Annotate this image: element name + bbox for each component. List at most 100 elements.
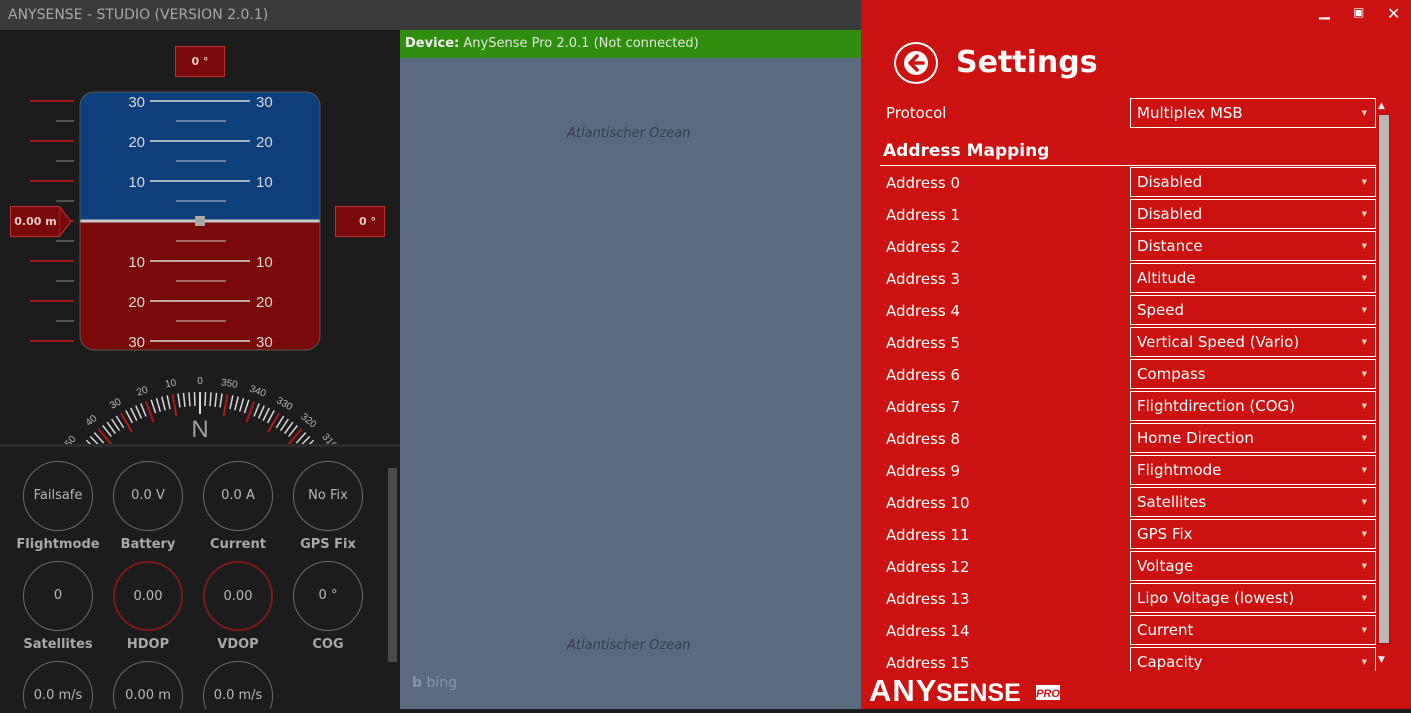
address-row: Address 12Voltage▼ — [861, 551, 1381, 581]
instrument-panel: 303020201010101020203030 504030201003503… — [0, 30, 400, 709]
maximize-icon[interactable]: ▣ — [1353, 5, 1364, 19]
address-select[interactable]: Vertical Speed (Vario)▼ — [1130, 327, 1376, 357]
address-row: Address 7 Flightdirection (COG)▼ — [861, 391, 1381, 421]
address-value: Capacity — [1137, 653, 1203, 671]
device-value: AnySense Pro 2.0.1 (Not connected) — [463, 36, 698, 51]
address-row: Address 1 Disabled▼ — [861, 199, 1381, 229]
address-select[interactable]: Flightdirection (COG)▼ — [1130, 391, 1376, 421]
scroll-up-icon[interactable]: ▲ — [1378, 101, 1385, 111]
compass-tick — [189, 392, 190, 406]
address-row: Address 2Distance▼ — [861, 231, 1381, 261]
ocean-label-bottom: Atlantischer Ozean — [567, 638, 690, 653]
address-label: Address 0 — [886, 174, 960, 192]
compass-tick — [183, 393, 184, 407]
scroll-down-icon[interactable]: ▼ — [1378, 655, 1385, 665]
compass-tick — [156, 398, 160, 411]
chevron-down-icon: ▼ — [1362, 296, 1367, 324]
device-status-bar: Device: AnySense Pro 2.0.1 (Not connecte… — [400, 30, 861, 58]
chevron-down-icon: ▼ — [1362, 488, 1367, 516]
compass-label: 320 — [298, 411, 318, 430]
chevron-down-icon: ▼ — [1362, 520, 1367, 548]
gauge-vdop: 0.00VDOP — [203, 561, 273, 652]
address-label: Address 1 — [886, 206, 960, 224]
address-value: Disabled — [1137, 173, 1202, 191]
settings-scrollbar-thumb[interactable] — [1379, 115, 1389, 643]
close-icon[interactable]: ✕ — [1387, 4, 1400, 23]
gauge-value: 0.0 m/s — [203, 661, 273, 709]
chevron-down-icon: ▼ — [1362, 328, 1367, 356]
sky — [80, 92, 320, 221]
compass-label: 340 — [248, 384, 268, 400]
gauge-item: 0.00 m — [113, 661, 183, 709]
map-view[interactable]: Device: AnySense Pro 2.0.1 (Not connecte… — [400, 30, 861, 709]
svg-text:PRO: PRO — [1036, 688, 1060, 700]
bing-icon: b — [412, 675, 422, 691]
address-row: Address 4Speed▼ — [861, 295, 1381, 325]
address-label: Address 15 — [886, 654, 970, 671]
aircraft-marker — [195, 216, 205, 226]
address-select[interactable]: Home Direction▼ — [1130, 423, 1376, 453]
pitch-label: 20 — [256, 134, 273, 151]
chevron-down-icon: ▼ — [1362, 232, 1367, 260]
minimize-icon[interactable]: ▁ — [1319, 4, 1330, 20]
compass-label: 40 — [84, 413, 100, 429]
address-select[interactable]: Satellites▼ — [1130, 487, 1376, 517]
address-label: Address 11 — [886, 526, 970, 544]
back-button[interactable] — [894, 42, 938, 84]
gauge-satellites: 0Satellites — [23, 561, 93, 652]
address-select[interactable]: Lipo Voltage (lowest)▼ — [1130, 583, 1376, 613]
gauge-label: GPS Fix — [273, 537, 383, 552]
compass-tick — [224, 394, 228, 416]
gauge-value: 0.0 m/s — [23, 661, 93, 709]
compass-tick — [141, 404, 146, 417]
chevron-down-icon: ▼ — [1362, 264, 1367, 292]
compass-tick — [173, 394, 177, 416]
address-value: Lipo Voltage (lowest) — [1137, 589, 1294, 607]
gauge-item: 0.0 m/s — [203, 661, 273, 709]
gauge-label: COG — [273, 637, 383, 652]
chevron-down-icon: ▼ — [1362, 424, 1367, 452]
compass-label: 330 — [274, 395, 294, 413]
pitch-label: 30 — [128, 94, 145, 111]
gauge-value: 0.00 m — [113, 661, 183, 709]
address-label: Address 10 — [886, 494, 970, 512]
compass-label: 0 — [197, 376, 203, 387]
address-value: Flightmode — [1137, 461, 1221, 479]
address-select[interactable]: Capacity▼ — [1130, 647, 1376, 671]
gauge-value: 0 ° — [293, 561, 363, 631]
compass-label: 30 — [108, 396, 124, 411]
chevron-down-icon: ▼ — [1362, 168, 1367, 196]
address-select[interactable]: Current▼ — [1130, 615, 1376, 645]
gauge-flightmode: FailsafeFlightmode — [23, 461, 93, 552]
pitch-label: 30 — [128, 334, 145, 351]
gauge-cog: 0 °COG — [293, 561, 363, 652]
address-select[interactable]: Compass▼ — [1130, 359, 1376, 389]
address-value: Disabled — [1137, 205, 1202, 223]
address-select[interactable]: Voltage▼ — [1130, 551, 1376, 581]
address-label: Address 6 — [886, 366, 960, 384]
address-row: Address 14Current▼ — [861, 615, 1381, 645]
address-select[interactable]: Flightmode▼ — [1130, 455, 1376, 485]
address-label: Address 7 — [886, 398, 960, 416]
logo-graphic: ANY SENSE PRO — [861, 671, 1066, 709]
address-select[interactable]: Speed▼ — [1130, 295, 1376, 325]
window-title: ANYSENSE - STUDIO (VERSION 2.0.1) — [0, 0, 861, 30]
address-value: Distance — [1137, 237, 1203, 255]
panel-scrollbar[interactable] — [388, 468, 397, 662]
address-select[interactable]: Disabled▼ — [1130, 199, 1376, 229]
address-select[interactable]: Altitude▼ — [1130, 263, 1376, 293]
gauge-value: 0.00 — [113, 561, 183, 631]
address-row: Address 5Vertical Speed (Vario)▼ — [861, 327, 1381, 357]
compass-tick — [131, 408, 137, 421]
protocol-select[interactable]: Multiplex MSB ▼ — [1130, 98, 1376, 128]
address-select[interactable]: Disabled ▼ — [1130, 167, 1376, 197]
compass-tick — [268, 410, 275, 422]
anysense-logo: ANY SENSE PRO — [861, 671, 1066, 709]
address-label: Address 9 — [886, 462, 960, 480]
compass-tick — [136, 406, 142, 419]
address-row: Address 8Home Direction▼ — [861, 423, 1381, 453]
address-select[interactable]: Distance ▼ — [1130, 231, 1376, 261]
pitch-label: 20 — [128, 134, 145, 151]
address-select[interactable]: GPS Fix▼ — [1130, 519, 1376, 549]
gauge-value: Failsafe — [23, 461, 93, 531]
